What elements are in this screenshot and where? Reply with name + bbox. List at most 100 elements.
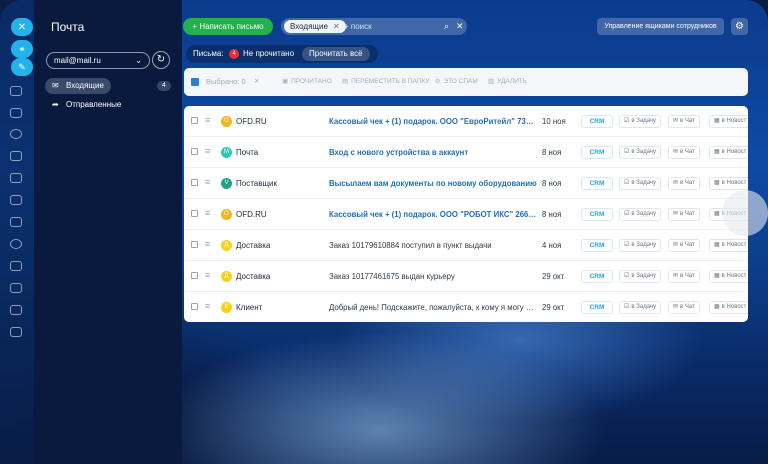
subject-link[interactable]: Высылаем вам документы по новому оборудо… (329, 168, 537, 199)
crm-icon[interactable] (10, 129, 22, 139)
drag-handle-icon[interactable]: ≡ (205, 301, 210, 311)
compose-button[interactable]: + Написать письмо (183, 18, 273, 35)
table-row[interactable]: ≡ M Почта Вход с нового устройства в аккаун… (184, 137, 748, 168)
account-label: mail@mail.ru (54, 56, 101, 65)
sites-icon[interactable] (10, 305, 22, 315)
to-chat-button[interactable]: ✉ в Чат (668, 239, 700, 252)
to-task-button[interactable]: ☑ в Задачу (619, 146, 662, 159)
mail-rail-icon[interactable] (10, 217, 22, 227)
to-chat-button[interactable]: ✉ в Чат (668, 146, 700, 159)
spam-button[interactable]: ⊘ ЭТО СПАМ (435, 68, 478, 96)
search-filter-chip[interactable]: Входящие ✕ (284, 20, 346, 33)
to-chat-button[interactable]: ✉ в Чат (668, 177, 700, 190)
to-news-button[interactable]: ▦в Новост (709, 177, 748, 190)
to-task-button[interactable]: ☑ в Задачу (619, 115, 662, 128)
edit-icon[interactable]: ✎ (11, 58, 33, 76)
calendar-icon[interactable] (10, 195, 22, 205)
sender: Доставка (236, 241, 271, 250)
folder-inbox[interactable]: ✉ Входящие 4 (45, 78, 171, 94)
crm-button[interactable]: CRM (581, 177, 613, 190)
to-chat-button[interactable]: ✉ в Чат (668, 270, 700, 283)
crm-button[interactable]: CRM (581, 301, 613, 314)
chat-icon: ✉ (673, 180, 679, 186)
gear-icon[interactable]: ⚙ (731, 18, 748, 35)
link-icon[interactable]: ⚭ (11, 40, 33, 58)
account-select[interactable]: mail@mail.ru ⌄ (46, 52, 150, 69)
delete-button[interactable]: ▥ УДАЛИТЬ (488, 68, 527, 96)
panel-handle[interactable] (722, 190, 768, 236)
tasks-icon[interactable] (10, 108, 22, 118)
to-task-button[interactable]: ☑ в Задачу (619, 177, 662, 190)
subject-link[interactable]: Кассовый чек + (1) подарок. ООО "РОБОТ И… (329, 199, 537, 230)
row-checkbox[interactable] (191, 179, 198, 186)
folder-sent[interactable]: ➦ Отправленные (45, 97, 171, 113)
date: 10 ноя (542, 117, 566, 126)
to-task-button[interactable]: ☑ в Задачу (619, 208, 662, 221)
read-all-button[interactable]: Прочитать всё (302, 47, 370, 61)
to-news-button[interactable]: ▦в Новост (709, 239, 748, 252)
table-row[interactable]: ≡ V Поставщик Высылаем вам документы по нов… (184, 168, 748, 199)
subject-link[interactable]: Кассовый чек + (1) подарок. ООО "ЕвроРит… (329, 106, 537, 137)
crm-button[interactable]: CRM (581, 115, 613, 128)
select-all-checkbox[interactable] (191, 78, 199, 86)
row-checkbox[interactable] (191, 272, 198, 279)
refresh-icon[interactable]: ↻ (152, 51, 170, 69)
news-icon: ▦ (714, 273, 720, 279)
row-checkbox[interactable] (191, 148, 198, 155)
crm-button[interactable]: CRM (581, 208, 613, 221)
to-task-button[interactable]: ☑ в Задачу (619, 301, 662, 314)
chat-icon[interactable] (10, 86, 22, 96)
drag-handle-icon[interactable]: ≡ (205, 239, 210, 249)
chat-icon: ✉ (673, 149, 679, 155)
search-input[interactable]: + поиск (344, 18, 372, 35)
to-news-button[interactable]: ▦в Новост (709, 146, 748, 159)
subject-link[interactable]: Заказ 10177461675 выдан курьеру (329, 261, 537, 292)
apps-icon[interactable] (10, 261, 22, 271)
to-chat-button[interactable]: ✉ в Чат (668, 115, 700, 128)
crm-button[interactable]: CRM (581, 270, 613, 283)
crm-button[interactable]: CRM (581, 239, 613, 252)
close-icon[interactable]: ✕ (11, 18, 33, 36)
row-checkbox[interactable] (191, 303, 198, 310)
mark-read-button[interactable]: ▣ ПРОЧИТАНО (282, 68, 332, 96)
deselect-icon[interactable]: ✕ (254, 68, 259, 96)
close-icon[interactable]: ✕ (333, 22, 340, 31)
to-chat-button[interactable]: ✉ в Чат (668, 301, 700, 314)
unread-filter[interactable]: Не прочитано (243, 45, 294, 63)
table-row[interactable]: ≡ Д Доставка Заказ 10179610884 поступил в п… (184, 230, 748, 261)
crm-button[interactable]: CRM (581, 146, 613, 159)
subject-link[interactable]: Добрый день! Подскажите, пожалуйста, к к… (329, 292, 537, 322)
to-chat-button[interactable]: ✉ в Чат (668, 208, 700, 221)
to-task-button[interactable]: ☑ в Задачу (619, 270, 662, 283)
drag-handle-icon[interactable]: ≡ (205, 270, 210, 280)
search-bar[interactable]: Входящие ✕ + поиск ⌕ ✕ (281, 18, 467, 35)
move-folder-button[interactable]: ▤ ПЕРЕМЕСТИТЬ В ПАПКУ (342, 68, 429, 96)
to-task-button[interactable]: ☑ в Задачу (619, 239, 662, 252)
drag-handle-icon[interactable]: ≡ (205, 115, 210, 125)
date: 8 ноя (542, 210, 562, 219)
table-row[interactable]: ≡ Д Доставка Заказ 10177461675 выдан курьер… (184, 261, 748, 292)
subject-link[interactable]: Вход с нового устройства в аккаунт (329, 137, 537, 168)
table-row[interactable]: ≡ K Клиент Добрый день! Подскажите, пожалуй… (184, 292, 748, 322)
docs-icon[interactable] (10, 173, 22, 183)
market-icon[interactable] (10, 283, 22, 293)
to-news-button[interactable]: ▦в Новост (709, 301, 748, 314)
settings-rail-icon[interactable] (10, 327, 22, 337)
drag-handle-icon[interactable]: ≡ (205, 146, 210, 156)
table-row[interactable]: ≡ O OFD.RU Кассовый чек + (1) подарок. ООО … (184, 106, 748, 137)
to-news-button[interactable]: ▦в Новост (709, 115, 748, 128)
drag-handle-icon[interactable]: ≡ (205, 177, 210, 187)
to-news-button[interactable]: ▦в Новост (709, 270, 748, 283)
drag-handle-icon[interactable]: ≡ (205, 208, 210, 218)
subject-link[interactable]: Заказ 10179610884 поступил в пункт выдач… (329, 230, 537, 261)
manage-mailboxes-button[interactable]: Управление ящиками сотрудников (597, 18, 724, 35)
sender: OFD.RU (236, 117, 267, 126)
table-row[interactable]: ≡ O OFD.RU Кассовый чек + (1) подарок. ООО … (184, 199, 748, 230)
contacts-icon[interactable] (10, 239, 22, 249)
row-checkbox[interactable] (191, 117, 198, 124)
row-checkbox[interactable] (191, 210, 198, 217)
drive-icon[interactable] (10, 151, 22, 161)
row-checkbox[interactable] (191, 241, 198, 248)
clear-search-icon[interactable]: ✕ (456, 18, 464, 35)
search-icon[interactable]: ⌕ (444, 18, 449, 35)
